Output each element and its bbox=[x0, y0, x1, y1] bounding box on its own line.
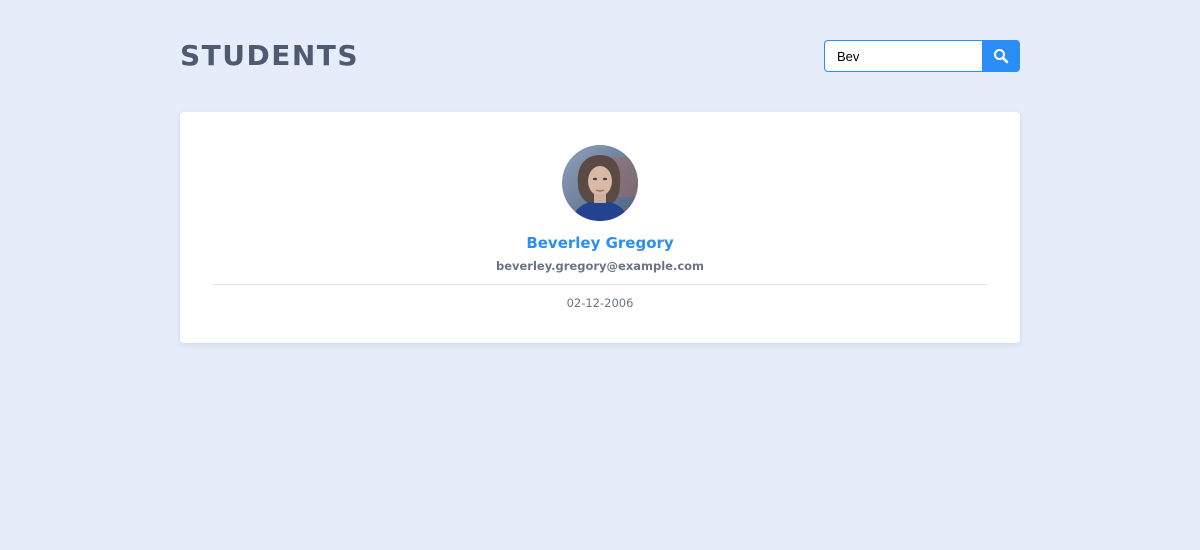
students-page: STUDENTS Bev Beverley Gregory beverley.g… bbox=[0, 0, 1200, 550]
avatar bbox=[562, 145, 638, 221]
search-icon bbox=[994, 49, 1009, 64]
search-button[interactable] bbox=[982, 40, 1020, 72]
student-card: Beverley Gregory beverley.gregory@exampl… bbox=[180, 112, 1020, 343]
student-name[interactable]: Beverley Gregory bbox=[180, 232, 1020, 254]
page-title: STUDENTS bbox=[180, 39, 360, 72]
student-photo bbox=[562, 145, 638, 221]
divider bbox=[213, 284, 987, 285]
search-input[interactable] bbox=[824, 40, 982, 72]
search-bar bbox=[824, 40, 1020, 72]
student-email: beverley.gregory@example.com bbox=[495, 259, 705, 273]
student-date: 02-12-2006 bbox=[566, 296, 634, 310]
